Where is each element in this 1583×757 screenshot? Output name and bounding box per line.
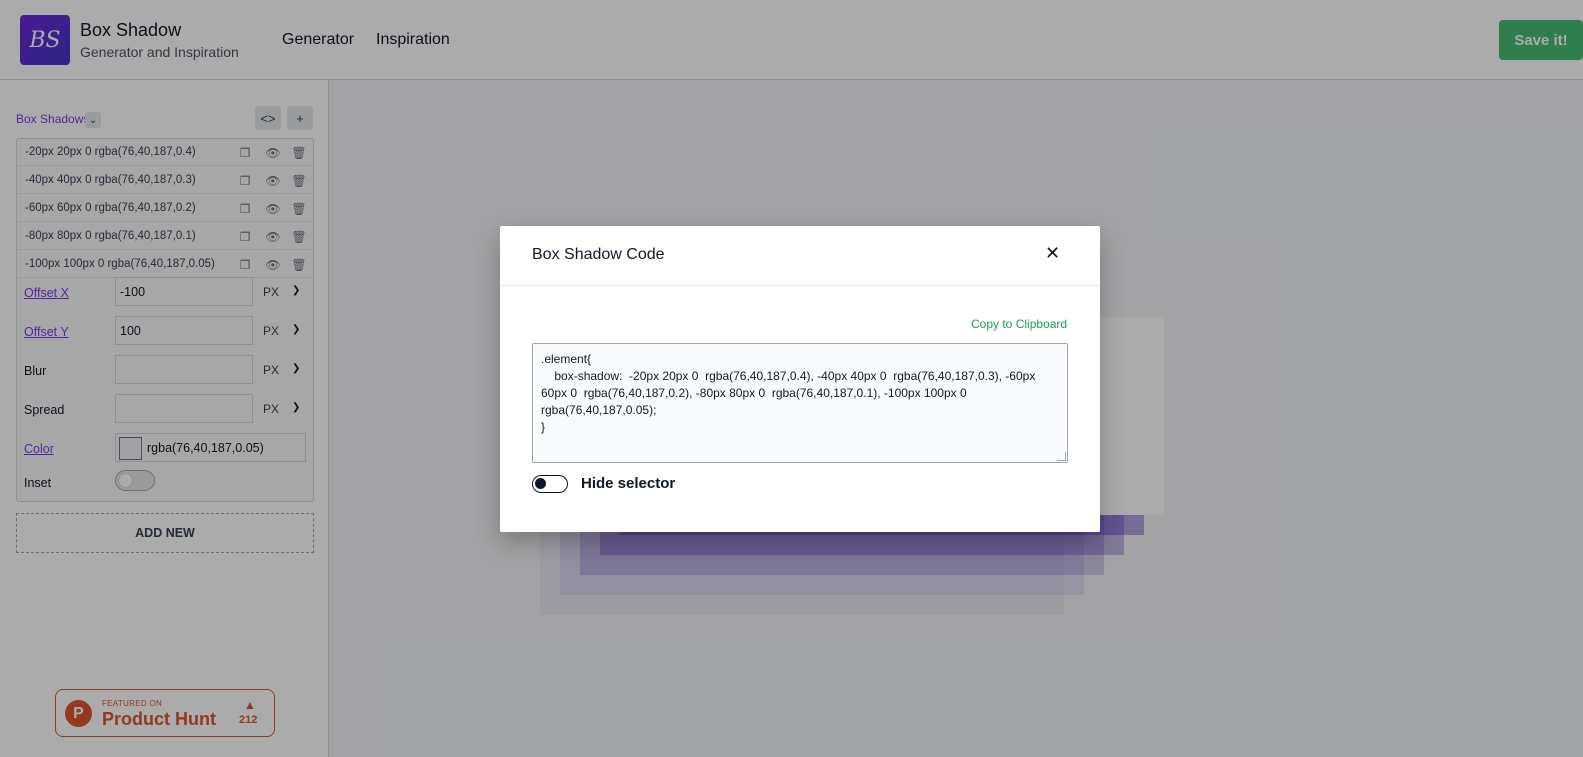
hide-selector-toggle[interactable]: [532, 475, 568, 493]
toggle-knob: [535, 478, 546, 489]
code-modal: Box Shadow Code ✕ Copy to Clipboard .ele…: [500, 226, 1100, 532]
close-icon[interactable]: ✕: [1045, 243, 1060, 264]
hide-selector-label: Hide selector: [581, 475, 676, 492]
code-textarea[interactable]: .element{ box-shadow: -20px 20px 0 rgba(…: [532, 343, 1068, 463]
resize-handle-icon[interactable]: [1057, 452, 1066, 461]
modal-header: Box Shadow Code ✕: [500, 226, 1100, 286]
modal-title: Box Shadow Code: [532, 246, 665, 263]
copy-to-clipboard-link[interactable]: Copy to Clipboard: [971, 317, 1067, 331]
